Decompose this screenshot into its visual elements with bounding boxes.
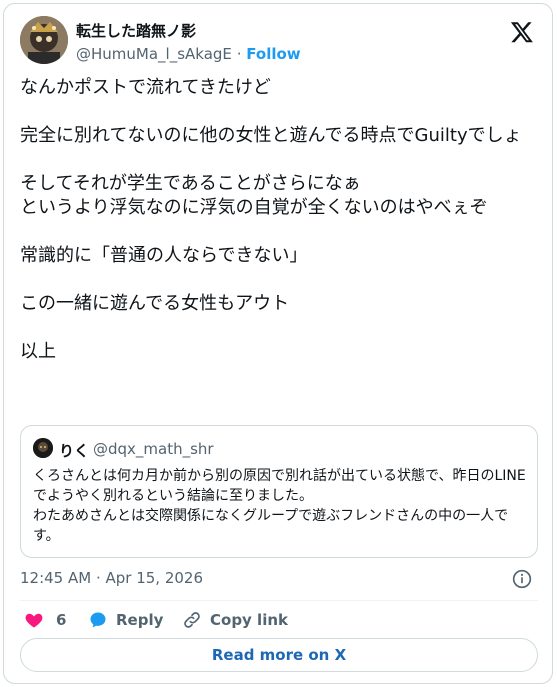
copy-link-button[interactable]: Copy link [182, 608, 288, 632]
action-bar: 6 Reply Copy link [20, 608, 538, 632]
tweet-text: なんかポストで流れてきたけど 完全に別れてないのに他の女性と遊んでる時点でGui… [20, 77, 522, 362]
quote-author-name: りく [59, 442, 90, 460]
reply-button[interactable]: Reply [88, 608, 163, 632]
reply-bubble-icon [90, 612, 106, 628]
x-logo-icon[interactable] [510, 20, 534, 44]
read-more-button[interactable]: Read more on X [20, 638, 538, 672]
tweet-timestamp[interactable]: 12:45 AM · Apr 15, 2026 [20, 569, 203, 587]
quoted-tweet[interactable]: りく @dqx_math_shr くろさんとは何カ月か前から別の原因で別れ話が出… [20, 425, 538, 558]
follow-button[interactable]: Follow [246, 45, 300, 63]
separator-dot: · [236, 45, 242, 63]
copy-link-label: Copy link [210, 611, 288, 629]
like-count: 6 [56, 611, 67, 629]
link-icon [184, 612, 200, 628]
quote-text: くろさんとは何カ月か前から別の原因で別れ話が出ている状態で、昨日のLINEでよう… [33, 468, 526, 544]
quote-author-handle: @dqx_math_shr [93, 440, 214, 458]
author-handle[interactable]: @HumuMa_l_sAkagE [76, 45, 232, 63]
author-handle-row: @HumuMa_l_sAkagE · Follow [76, 45, 301, 63]
reply-label: Reply [116, 611, 164, 629]
heart-icon [25, 613, 43, 628]
quote-author-avatar [33, 438, 53, 458]
info-icon[interactable] [512, 569, 532, 589]
author-display-name[interactable]: 転生した踏無ノ影 [76, 20, 196, 41]
like-button[interactable]: 6 [24, 608, 66, 632]
author-avatar[interactable] [20, 16, 68, 64]
tweet-card: 転生した踏無ノ影 @HumuMa_l_sAkagE · Follow なんかポス… [3, 3, 553, 684]
divider [20, 600, 538, 601]
